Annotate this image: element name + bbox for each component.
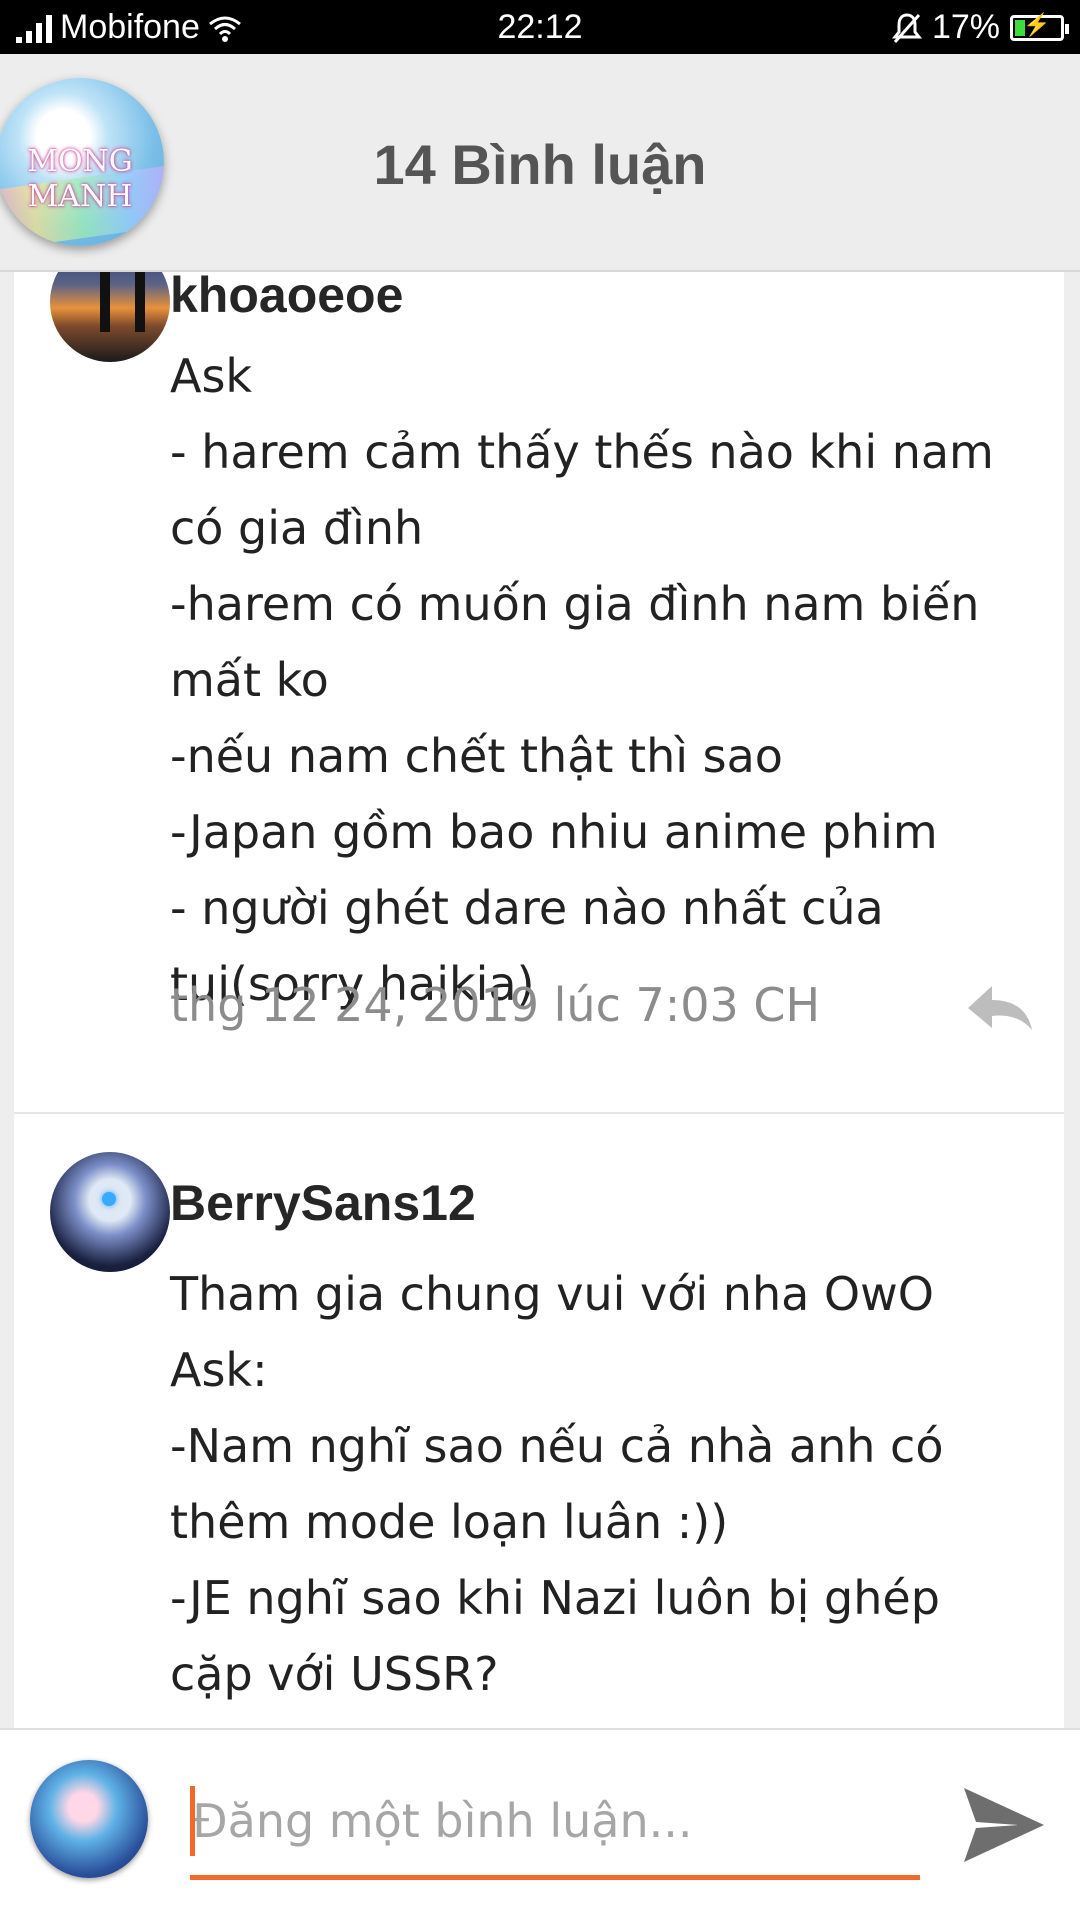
battery-icon: ⚡ <box>1010 11 1069 41</box>
comment-line: cặp với USSR? <box>170 1647 499 1701</box>
comment-line: mất ko <box>170 653 329 707</box>
page-title: 14 Bình luận <box>373 133 707 196</box>
user-avatar[interactable] <box>50 1152 170 1272</box>
comment-item: BerrySans12 Tham gia chung vui với nha O… <box>14 1114 1064 1728</box>
comment-line: - harem cảm thấy thếs nào khi nam <box>170 425 994 479</box>
comment-line: Ask: <box>170 1343 268 1397</box>
comments-header: MONG MANH 14 Bình luận <box>0 54 1080 272</box>
comment-input[interactable] <box>190 1776 922 1866</box>
comment-list[interactable]: khoaoeoe Ask - harem cảm thấy thếs nào k… <box>14 272 1064 1728</box>
status-right: 17% ⚡ <box>891 8 1069 47</box>
current-user-avatar[interactable] <box>30 1760 148 1878</box>
status-bar: Mobifone 22:12 17% ⚡ <box>0 0 1080 54</box>
comment-timestamp: thg 12 24, 2019 lúc 7:03 CH <box>170 978 821 1032</box>
send-button[interactable] <box>958 1780 1048 1870</box>
reply-icon <box>968 986 1032 1030</box>
user-avatar[interactable] <box>50 272 170 362</box>
battery-percent: 17% <box>931 8 1000 46</box>
comment-item: khoaoeoe Ask - harem cảm thấy thếs nào k… <box>14 272 1064 1114</box>
comment-body: Tham gia chung vui với nha OwO Ask: -Nam… <box>170 1256 1050 1712</box>
comment-line: Tham gia chung vui với nha OwO <box>170 1267 934 1321</box>
comment-username[interactable]: BerrySans12 <box>170 1174 476 1232</box>
text-cursor <box>190 1786 195 1856</box>
comment-line: -Japan gồm bao nhiu anime phim <box>170 805 938 859</box>
comment-body: Ask - harem cảm thấy thếs nào khi nam có… <box>170 338 1050 1022</box>
comment-line: - người ghét dare nào nhất của <box>170 881 884 935</box>
comment-line: thêm mode loạn luân :)) <box>170 1495 729 1549</box>
comment-line: -harem có muốn gia đình nam biến <box>170 577 980 631</box>
charging-icon: ⚡ <box>1023 11 1051 37</box>
comment-input-wrapper <box>190 1770 922 1880</box>
comment-username[interactable]: khoaoeoe <box>170 272 403 324</box>
bell-muted-icon <box>891 12 922 43</box>
send-icon <box>964 1788 1044 1862</box>
reply-button[interactable] <box>964 980 1036 1036</box>
comment-line: -JE nghĩ sao khi Nazi luôn bị ghép <box>170 1571 940 1625</box>
comment-line: có gia đình <box>170 501 424 555</box>
comment-line: -nếu nam chết thật thì sao <box>170 729 783 783</box>
input-underline <box>190 1875 920 1880</box>
comment-line: -Nam nghĩ sao nếu cả nhà anh có <box>170 1419 944 1473</box>
comment-line: Ask <box>170 349 253 403</box>
comment-composer <box>0 1728 1080 1922</box>
